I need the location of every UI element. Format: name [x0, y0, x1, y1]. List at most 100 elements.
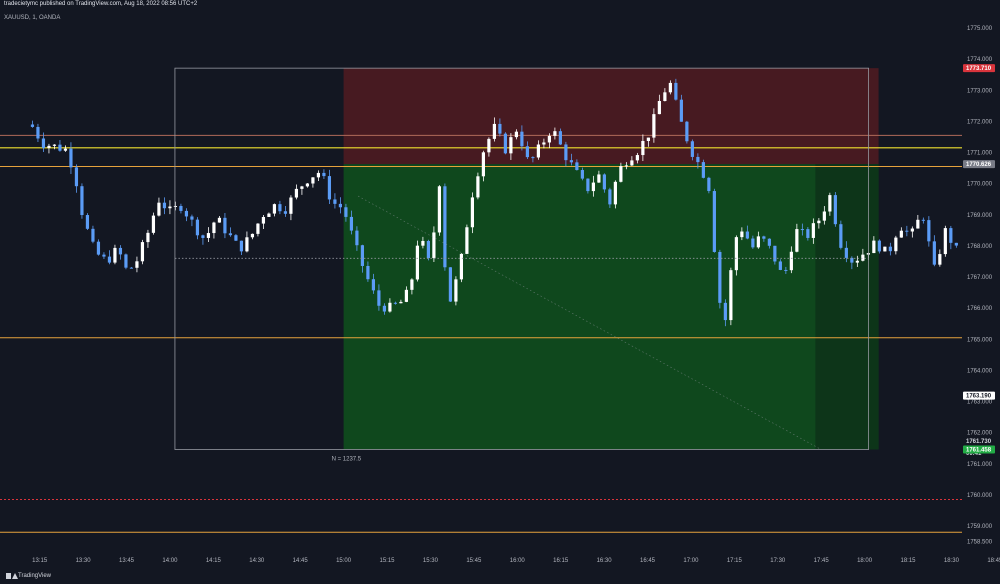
- candle[interactable]: [47, 143, 51, 154]
- price-axis-label: 1761.000: [967, 462, 993, 468]
- candle[interactable]: [311, 177, 315, 188]
- candle[interactable]: [250, 233, 255, 240]
- candle-body: [195, 219, 200, 236]
- candle[interactable]: [729, 267, 733, 326]
- candle[interactable]: [899, 227, 903, 238]
- candle[interactable]: [146, 229, 150, 248]
- take-profit-zone[interactable]: [343, 164, 879, 450]
- candle[interactable]: [888, 242, 892, 256]
- candle[interactable]: [140, 239, 145, 265]
- candle[interactable]: [157, 197, 161, 217]
- candle[interactable]: [476, 172, 480, 200]
- candle[interactable]: [954, 242, 958, 248]
- candle[interactable]: [949, 225, 953, 250]
- candle[interactable]: [85, 213, 90, 230]
- candle[interactable]: [333, 193, 337, 209]
- candle[interactable]: [151, 212, 156, 235]
- candle[interactable]: [316, 170, 321, 182]
- candle[interactable]: [415, 240, 420, 282]
- candle[interactable]: [234, 234, 238, 241]
- candle[interactable]: [905, 225, 909, 237]
- candle[interactable]: [734, 235, 738, 276]
- candle[interactable]: [80, 183, 84, 219]
- candle[interactable]: [437, 185, 442, 236]
- candle[interactable]: [261, 214, 266, 230]
- candle[interactable]: [443, 183, 447, 271]
- candle[interactable]: [289, 195, 293, 221]
- candle[interactable]: [701, 159, 705, 179]
- candle[interactable]: [448, 267, 452, 302]
- candle[interactable]: [102, 252, 106, 259]
- candle[interactable]: [239, 240, 244, 256]
- candle[interactable]: [184, 208, 189, 222]
- stop-loss-zone[interactable]: [343, 68, 879, 165]
- candle[interactable]: [833, 192, 837, 227]
- candle[interactable]: [943, 225, 947, 257]
- candle[interactable]: [712, 188, 716, 253]
- candle[interactable]: [305, 183, 310, 188]
- candle[interactable]: [118, 245, 123, 260]
- candle[interactable]: [938, 249, 942, 267]
- candle[interactable]: [129, 267, 134, 269]
- candle[interactable]: [74, 164, 79, 193]
- candle[interactable]: [91, 225, 95, 244]
- candle[interactable]: [877, 239, 881, 254]
- candle[interactable]: [256, 223, 260, 237]
- candle-body: [910, 228, 914, 232]
- candle[interactable]: [927, 216, 931, 247]
- candle[interactable]: [217, 216, 222, 223]
- candle[interactable]: [30, 120, 35, 128]
- candle[interactable]: [124, 253, 128, 270]
- tradingview-logo[interactable]: TradingView: [6, 573, 51, 579]
- candle-body: [762, 236, 766, 239]
- candle[interactable]: [267, 212, 271, 217]
- candle[interactable]: [294, 184, 299, 200]
- candle[interactable]: [245, 231, 249, 253]
- candle[interactable]: [921, 217, 925, 224]
- candle[interactable]: [228, 227, 233, 237]
- candle[interactable]: [426, 239, 431, 261]
- candle[interactable]: [707, 176, 711, 194]
- candle[interactable]: [932, 235, 936, 267]
- candle[interactable]: [322, 169, 326, 179]
- candle[interactable]: [69, 142, 73, 175]
- candle[interactable]: [173, 201, 178, 211]
- candle[interactable]: [327, 169, 332, 204]
- candle[interactable]: [454, 276, 458, 306]
- candle[interactable]: [910, 226, 914, 238]
- candlestick-chart[interactable]: N = 1237.5 1775.000 1774.000 1773.000 1772.…: [0, 0, 1000, 584]
- candle[interactable]: [613, 180, 617, 209]
- candle[interactable]: [916, 214, 920, 229]
- candle[interactable]: [839, 220, 843, 250]
- candle[interactable]: [212, 221, 216, 239]
- candle[interactable]: [63, 145, 68, 152]
- candle-body: [360, 245, 365, 266]
- candle[interactable]: [195, 217, 200, 240]
- candle[interactable]: [459, 253, 463, 283]
- candle[interactable]: [278, 200, 282, 215]
- candle[interactable]: [883, 246, 887, 252]
- candle[interactable]: [272, 203, 277, 217]
- candle[interactable]: [206, 227, 211, 242]
- candle[interactable]: [36, 123, 40, 142]
- candle[interactable]: [190, 214, 194, 227]
- candle[interactable]: [58, 140, 62, 152]
- candle[interactable]: [168, 200, 172, 215]
- candle[interactable]: [283, 206, 288, 217]
- candle[interactable]: [162, 197, 167, 215]
- candle[interactable]: [107, 250, 112, 265]
- candle[interactable]: [201, 234, 205, 245]
- candle[interactable]: [465, 224, 469, 255]
- candle[interactable]: [96, 239, 101, 256]
- candle[interactable]: [503, 132, 507, 155]
- candle[interactable]: [223, 212, 227, 239]
- candle[interactable]: [685, 120, 689, 144]
- candle[interactable]: [179, 203, 183, 214]
- candle[interactable]: [894, 235, 898, 255]
- candle[interactable]: [338, 197, 343, 214]
- candle[interactable]: [470, 192, 474, 234]
- candle[interactable]: [52, 144, 57, 150]
- candle[interactable]: [135, 256, 139, 273]
- candle[interactable]: [300, 185, 304, 195]
- candle[interactable]: [113, 244, 117, 265]
